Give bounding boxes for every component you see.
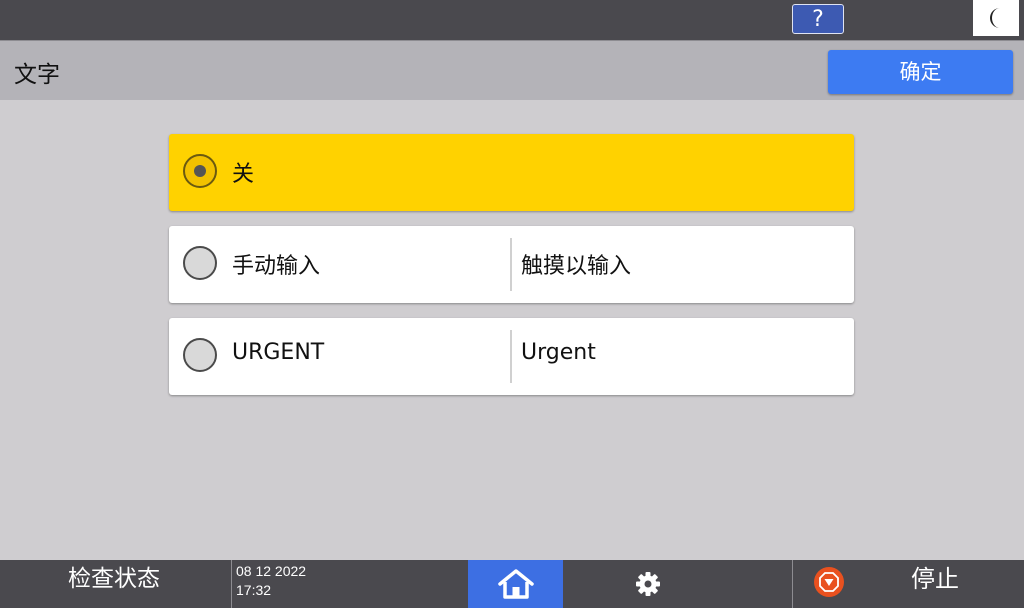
option-off[interactable]: 关 bbox=[169, 134, 854, 211]
settings-button[interactable] bbox=[600, 560, 695, 608]
page-title: 文字 bbox=[14, 62, 60, 88]
radio-button[interactable] bbox=[183, 246, 217, 280]
top-bar: ? bbox=[0, 0, 1024, 41]
option-divider bbox=[510, 330, 512, 383]
radio-selected-dot bbox=[194, 165, 206, 177]
stop-button[interactable]: 停止 bbox=[885, 560, 985, 600]
moon-icon bbox=[990, 8, 1000, 28]
divider bbox=[792, 560, 793, 608]
option-value: Urgent bbox=[521, 340, 596, 365]
option-label: URGENT bbox=[232, 340, 325, 365]
check-status-button[interactable]: 检查状态 bbox=[0, 560, 232, 608]
option-label: 手动输入 bbox=[232, 254, 321, 279]
stop-symbol-icon bbox=[819, 572, 839, 592]
help-button[interactable]: ? bbox=[792, 4, 844, 34]
stop-icon[interactable] bbox=[814, 567, 844, 597]
touch-to-input-field[interactable]: 触摸以输入 bbox=[521, 248, 631, 280]
home-icon bbox=[497, 569, 534, 599]
date-time: 08 12 2022 17:32 bbox=[236, 562, 306, 600]
option-label: 关 bbox=[232, 162, 255, 187]
radio-button[interactable] bbox=[183, 338, 217, 372]
date-text: 08 12 2022 bbox=[236, 563, 307, 579]
time-text: 17:32 bbox=[236, 582, 272, 598]
gear-icon bbox=[635, 572, 660, 596]
ok-button[interactable]: 确定 bbox=[828, 50, 1013, 94]
radio-button[interactable] bbox=[183, 154, 217, 188]
option-divider bbox=[510, 238, 512, 291]
option-manual-input[interactable]: 手动输入 触摸以输入 bbox=[169, 226, 854, 303]
page-header: 文字 确定 bbox=[0, 41, 1024, 100]
home-button[interactable] bbox=[468, 560, 563, 608]
divider bbox=[231, 560, 232, 608]
bottom-bar: 检查状态 08 12 2022 17:32 停止 bbox=[0, 560, 1024, 608]
option-urgent[interactable]: URGENT Urgent bbox=[169, 318, 854, 395]
energy-saver-button[interactable] bbox=[973, 0, 1019, 36]
